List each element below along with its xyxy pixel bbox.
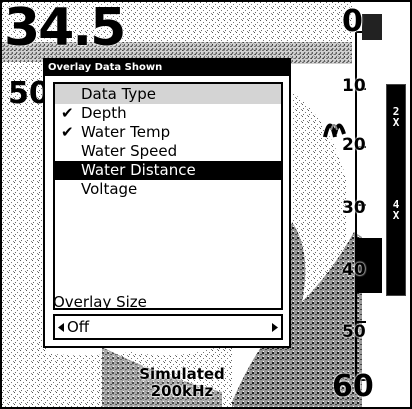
scale-label-60: 60 <box>332 369 374 404</box>
overlay-data-dialog: Overlay Data Shown Data Type ✔ Depth ✔ W… <box>43 58 291 348</box>
sonar-screen: 34.5 50 0 10 20 30 40 50 60 2 X 4 X Simu… <box>0 0 412 409</box>
list-item-label: Water Speed <box>81 142 178 160</box>
list-item-water-temp[interactable]: ✔ Water Temp <box>55 123 281 142</box>
list-item-water-speed[interactable]: Water Speed <box>55 142 281 161</box>
zoom-4x-button[interactable]: 4 X <box>387 190 405 230</box>
zoom-2x-button[interactable]: 2 X <box>387 97 405 137</box>
depth-readout: 34.5 <box>4 0 126 58</box>
sonar-status: Simulated 200kHz <box>132 366 232 400</box>
zoom-bar: 2 X 4 X <box>386 84 406 296</box>
overlay-size-value: Off <box>67 318 90 336</box>
check-icon: ✔ <box>61 123 74 141</box>
simulated-label: Simulated <box>139 365 225 383</box>
data-type-list[interactable]: Data Type ✔ Depth ✔ Water Temp Water Spe… <box>53 82 283 310</box>
list-item-voltage[interactable]: Voltage <box>55 180 281 199</box>
list-item-label: Depth <box>81 104 127 122</box>
overlay-size-selector[interactable]: Off <box>53 314 283 340</box>
overlay-size-label: Overlay Size <box>53 293 147 311</box>
scale-label-30: 30 <box>342 198 366 218</box>
list-item-water-distance[interactable]: Water Distance <box>55 161 281 180</box>
scale-label-40: 40 <box>342 260 366 280</box>
scale-label-0: 0 <box>342 4 363 39</box>
scale-label-20: 20 <box>342 135 366 155</box>
triangle-left-icon[interactable] <box>57 321 65 333</box>
list-item-depth[interactable]: ✔ Depth <box>55 104 281 123</box>
list-item-label: Water Distance <box>81 161 196 179</box>
frequency-label: 200kHz <box>150 382 214 400</box>
check-icon: ✔ <box>61 104 74 122</box>
list-item-label: Voltage <box>81 180 138 198</box>
scale-label-10: 10 <box>342 76 366 96</box>
scale-label-50: 50 <box>342 322 366 342</box>
dialog-title: Overlay Data Shown <box>45 60 289 76</box>
list-item-label: Water Temp <box>81 123 171 141</box>
list-header: Data Type <box>55 84 281 104</box>
triangle-right-icon[interactable] <box>271 321 279 333</box>
